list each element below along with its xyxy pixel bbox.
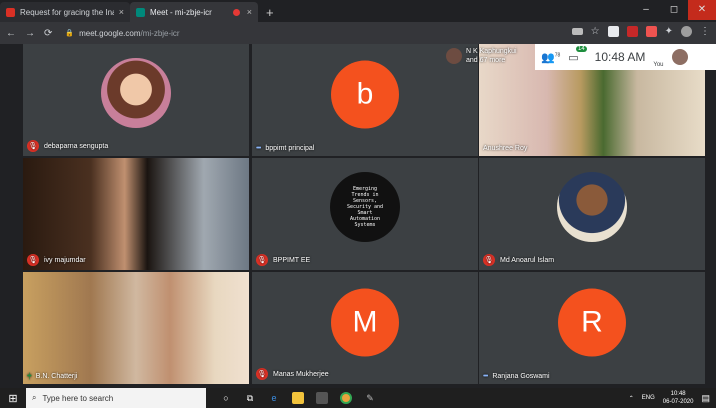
maximize-button[interactable]: ◻ xyxy=(660,0,688,20)
participant-tile[interactable]: •|• B.N. Chatterji xyxy=(23,272,249,384)
cortana-icon[interactable]: ○ xyxy=(220,392,232,404)
participant-tile[interactable]: M 🎙 Manas Mukherjee xyxy=(252,272,478,384)
extension-icon-2[interactable] xyxy=(626,26,638,37)
participant-name: Ranjana Goswami xyxy=(492,373,550,380)
participant-name: Anushree Roy xyxy=(483,145,528,152)
participant-tile[interactable]: 🎙 Md Anoarul Islam xyxy=(479,158,705,270)
extension-icons: ☆ ✦ ⋮ xyxy=(571,26,710,37)
url-host: meet.google.com xyxy=(79,28,141,38)
participant-poster: Emerging Trends in Sensors, Security and… xyxy=(330,172,400,242)
extension-icon-3[interactable] xyxy=(645,26,657,37)
meet-grid: 🎙 debaparna sengupta b ••• bppimt principa… xyxy=(0,44,716,387)
owner-avatar xyxy=(446,48,462,64)
puzzle-icon[interactable]: ✦ xyxy=(665,26,673,37)
windows-start-icon[interactable]: ⊞ xyxy=(0,392,26,405)
tab-title: Meet - mi-zbje-icr xyxy=(150,7,212,17)
participant-name: Md Anoarul Islam xyxy=(500,256,555,264)
url-field[interactable]: 🔒 meet.google.com/mi-zbje-icr xyxy=(65,29,179,38)
language-indicator[interactable]: ENG xyxy=(642,395,655,401)
forward-icon[interactable]: → xyxy=(25,28,35,39)
poster-line: Systems xyxy=(354,222,376,228)
search-placeholder: Type here to search xyxy=(42,393,114,403)
reload-icon[interactable]: ⟳ xyxy=(44,28,52,39)
file-explorer-icon[interactable] xyxy=(292,392,304,404)
tab-title: Request for gracing the Inaugur xyxy=(20,7,114,17)
window-controls: – ◻ ✕ xyxy=(632,0,716,20)
participant-tile[interactable]: b ••• bppimt principal xyxy=(252,44,478,156)
people-icon[interactable]: 👥78 xyxy=(541,51,560,64)
browser-tabbar: Request for gracing the Inaugur × Meet -… xyxy=(0,0,716,22)
people-count: 78 xyxy=(554,51,561,58)
participant-photo xyxy=(557,172,627,242)
extension-icon-1[interactable] xyxy=(607,26,619,37)
participant-name: ivy majumdar xyxy=(44,256,86,264)
chrome-icon[interactable] xyxy=(340,392,352,404)
camera-icon[interactable] xyxy=(571,28,583,35)
chat-badge: 14 xyxy=(575,45,587,52)
address-bar: ← → ⟳ 🔒 meet.google.com/mi-zbje-icr ☆ ✦ … xyxy=(0,22,716,44)
system-tray: ⌃ ENG 10:48 06-07-2020 ▤ xyxy=(629,388,710,408)
participant-more: and 67 more xyxy=(466,57,506,64)
search-icon: ⌕ xyxy=(32,393,37,402)
you-label: You xyxy=(653,62,664,68)
mic-off-icon: 🎙 xyxy=(256,254,268,266)
star-icon[interactable]: ☆ xyxy=(591,26,600,37)
edge-icon[interactable]: e xyxy=(268,392,280,404)
app-icon[interactable]: ✎ xyxy=(364,392,376,404)
tab-close-button[interactable]: × xyxy=(247,7,252,17)
participant-video xyxy=(23,272,249,384)
task-view-icon[interactable]: ⧉ xyxy=(244,392,256,404)
url-path: /mi-zbje-icr xyxy=(140,28,180,38)
new-tab-button[interactable]: + xyxy=(258,2,282,22)
meeting-clock: 10:48 AM xyxy=(594,50,646,64)
store-icon[interactable] xyxy=(316,392,328,404)
mic-off-icon: 🎙 xyxy=(256,368,268,380)
meet-top-bar: 👥78 ▭ 14 10:48 AM You xyxy=(535,44,716,70)
tab-close-button[interactable]: × xyxy=(119,7,124,17)
audio-level-icon: ••• xyxy=(256,145,261,152)
mic-off-icon: 🎙 xyxy=(27,254,39,266)
audio-level-icon: ••• xyxy=(483,373,488,380)
participant-tile[interactable]: Emerging Trends in Sensors, Security and… xyxy=(252,158,478,270)
close-window-button[interactable]: ✕ xyxy=(688,0,716,20)
recording-icon xyxy=(232,8,240,16)
participant-photo xyxy=(101,58,171,128)
self-avatar[interactable] xyxy=(671,49,688,65)
audio-level-icon: •|• xyxy=(27,373,32,380)
participant-name: Manas Mukherjee xyxy=(273,370,329,378)
tab-meet[interactable]: Meet - mi-zbje-icr × xyxy=(130,2,258,22)
mic-off-icon: 🎙 xyxy=(483,254,495,266)
participant-name: BPPIMT EE xyxy=(273,256,311,264)
taskbar-apps: ○ ⧉ e ✎ xyxy=(220,392,376,404)
participant-avatar: b xyxy=(331,60,399,129)
participant-avatar: M xyxy=(331,288,399,357)
taskbar-clock[interactable]: 10:48 06-07-2020 xyxy=(663,390,694,406)
clock-time: 10:48 xyxy=(670,391,686,397)
notification-icon[interactable]: ▤ xyxy=(701,393,710,404)
participant-tile[interactable]: 🎙 ivy majumdar xyxy=(23,158,249,270)
participant-tile[interactable]: 🎙 debaparna sengupta xyxy=(23,44,249,156)
participant-name: bppimt principal xyxy=(265,145,315,152)
mic-off-icon: 🎙 xyxy=(27,140,39,152)
menu-icon[interactable]: ⋮ xyxy=(700,26,710,37)
profile-icon[interactable] xyxy=(681,26,692,37)
gmail-icon xyxy=(6,7,15,17)
meet-icon xyxy=(136,7,145,17)
taskbar-search[interactable]: ⌕ Type here to search xyxy=(26,388,206,408)
clock-date: 06-07-2020 xyxy=(662,399,694,405)
participant-summary: N K Kaphungkui and 67 more xyxy=(446,47,517,65)
participant-tile[interactable]: R ••• Ranjana Goswami xyxy=(479,272,705,384)
windows-taskbar: ⊞ ⌕ Type here to search ○ ⧉ e ✎ ⌃ ENG 10… xyxy=(0,388,716,408)
participant-name: B.N. Chatterji xyxy=(35,373,78,380)
tray-chevron-icon[interactable]: ⌃ xyxy=(629,395,634,402)
participant-name: debaparna sengupta xyxy=(44,142,109,150)
lock-icon: 🔒 xyxy=(65,30,75,37)
back-icon[interactable]: ← xyxy=(6,28,16,39)
participant-avatar: R xyxy=(558,288,626,357)
owner-name: N K Kaphungkui xyxy=(466,48,517,55)
minimize-button[interactable]: – xyxy=(632,0,660,20)
chat-icon[interactable]: ▭ 14 xyxy=(568,45,587,64)
tab-request[interactable]: Request for gracing the Inaugur × xyxy=(0,2,130,22)
